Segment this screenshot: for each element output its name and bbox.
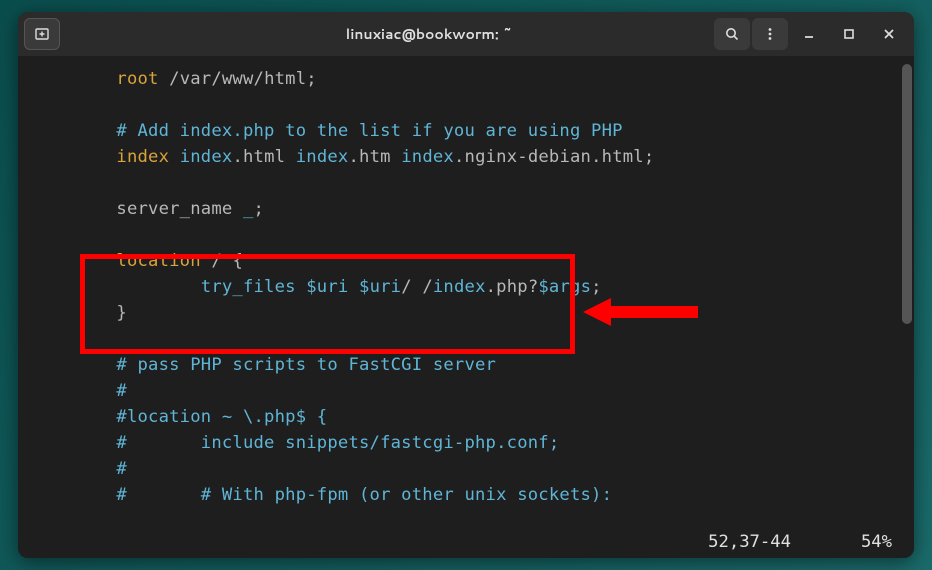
code-line: root /var/www/html; (32, 69, 317, 89)
titlebar-left (24, 18, 144, 50)
close-button[interactable] (870, 17, 908, 51)
code-line: #location ~ \.php$ { (32, 407, 327, 427)
close-icon (882, 27, 896, 41)
editor-content: root /var/www/html; # Add index.php to t… (32, 66, 900, 508)
new-tab-icon (34, 26, 50, 42)
maximize-icon (842, 27, 856, 41)
code-line: } (32, 303, 127, 323)
code-line: # pass PHP scripts to FastCGI server (32, 355, 496, 375)
minimize-button[interactable] (790, 17, 828, 51)
code-line: # Add index.php to the list if you are u… (32, 121, 623, 141)
new-tab-button[interactable] (24, 18, 60, 50)
window-title: linuxiac@bookworm: ~ (144, 24, 714, 44)
maximize-button[interactable] (830, 17, 868, 51)
scroll-percent: 54% (861, 532, 892, 552)
scrollbar-thumb[interactable] (902, 64, 912, 324)
terminal-body[interactable]: root /var/www/html; # Add index.php to t… (18, 56, 914, 558)
code-line: # include snippets/fastcgi-php.conf; (32, 433, 559, 453)
code-line: location / { (32, 251, 243, 271)
terminal-window: linuxiac@bookworm: ~ root /var/www/html; (18, 12, 914, 558)
titlebar: linuxiac@bookworm: ~ (18, 12, 914, 56)
titlebar-right (714, 17, 908, 51)
cursor-position: 52,37-44 (708, 532, 791, 552)
hamburger-menu-icon (762, 26, 778, 42)
code-line: # (32, 381, 127, 401)
code-line: index index.html index.htm index.nginx-d… (32, 147, 654, 167)
menu-button[interactable] (752, 18, 788, 50)
code-line: try_files $uri $uri/ /index.php?$args; (32, 277, 602, 297)
vim-status-line: 52,37-44 54% (708, 532, 892, 552)
code-line: # # With php-fpm (or other unix sockets)… (32, 485, 612, 505)
minimize-icon (802, 27, 816, 41)
code-line: server_name _; (32, 199, 264, 219)
search-button[interactable] (714, 18, 750, 50)
code-line: # (32, 459, 127, 479)
search-icon (724, 26, 740, 42)
